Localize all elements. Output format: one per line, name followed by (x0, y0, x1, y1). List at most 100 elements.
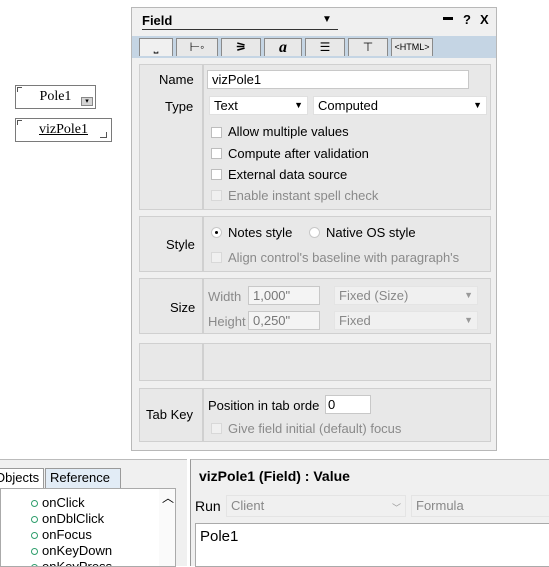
external-source-label: External data source (228, 167, 348, 182)
spell-check-checkbox[interactable] (211, 190, 222, 201)
events-list: onClick onDblClick onFocus onKeyDown onK… (0, 488, 176, 567)
chevron-down-icon: ▼ (294, 100, 303, 110)
initial-focus-label: Give field initial (default) focus (228, 421, 402, 436)
event-label: onClick (42, 495, 85, 510)
canvas-field-vizpole1[interactable]: vizPole1 (15, 118, 112, 142)
field-kind-select[interactable]: Computed ▼ (313, 96, 487, 115)
field-corner-mark (17, 120, 22, 125)
list-item[interactable]: onClick (31, 495, 85, 510)
tab-paragraph-hide[interactable]: ⊤ (348, 38, 388, 56)
scrollbar[interactable]: ︿ (159, 489, 175, 566)
external-source-checkbox[interactable] (211, 169, 222, 180)
control-icon: ⊢◦ (189, 40, 205, 54)
paragraph-hide-icon: ⊤ (362, 40, 374, 54)
empty-controls-panel (203, 343, 491, 381)
list-item[interactable]: onDblClick (31, 511, 104, 526)
chevron-down-icon[interactable]: ▼ (322, 14, 332, 25)
properties-tabstrip: ⎵ ⊢◦ ⚞ a ☰ ⊤ <HTML> (132, 36, 496, 58)
run-label: Run (195, 498, 221, 514)
canvas-field-pole1[interactable]: Pole1 ▾ (15, 85, 96, 109)
chevron-up-icon[interactable]: ︿ (162, 489, 174, 506)
style-label: Style (166, 237, 195, 252)
width-label: Width (208, 289, 242, 304)
properties-type-selector[interactable]: Field (142, 13, 172, 28)
notes-style-label: Notes style (228, 225, 293, 240)
list-item[interactable]: onKeyDown (31, 543, 112, 558)
objects-reference-pane: Objects Reference onClick onDblClick onF… (0, 459, 187, 567)
field-corner-mark (17, 87, 22, 92)
code-editor[interactable]: Pole1 (195, 523, 549, 567)
native-style-label: Native OS style (326, 225, 416, 240)
tab-font[interactable]: a (264, 38, 302, 56)
event-icon (31, 516, 38, 524)
height-mode-value: Fixed (339, 313, 371, 328)
event-label: onDblClick (42, 511, 105, 526)
height-input[interactable]: 0,250" (248, 311, 320, 330)
tab-paragraph[interactable]: ☰ (305, 38, 345, 56)
properties-titlebar[interactable]: Field ▼ ▬ ? X (132, 8, 496, 32)
chevron-down-icon: ▼ (473, 100, 482, 110)
tab-objects[interactable]: Objects (0, 468, 44, 488)
compute-after-checkbox[interactable] (211, 148, 222, 159)
code-pane: vizPole1 (Field) : Value Run Client ﹀ Fo… (190, 459, 549, 567)
help-icon[interactable]: ? (463, 12, 471, 27)
height-mode-select[interactable]: Fixed ▼ (334, 311, 478, 330)
native-style-radio[interactable] (309, 227, 320, 238)
title-underline (142, 29, 338, 30)
tabkey-label: Tab Key (146, 407, 193, 422)
width-mode-select[interactable]: Fixed (Size) ▼ (334, 286, 478, 305)
canvas-field-label: vizPole1 (39, 122, 88, 137)
run-location-select[interactable]: Client ﹀ (226, 495, 406, 517)
tab-order-label: Position in tab orde (208, 398, 320, 413)
field-kind-value: Computed (318, 98, 378, 113)
event-icon (31, 500, 38, 508)
type-label: Type (165, 99, 194, 114)
paragraph-icon: ☰ (319, 40, 331, 54)
list-item[interactable]: onFocus (31, 527, 92, 542)
chevron-down-icon: ﹀ (391, 503, 401, 513)
notes-style-radio[interactable] (211, 227, 222, 238)
tab-hide-when[interactable]: ⚞ (221, 38, 261, 56)
width-mode-value: Fixed (Size) (339, 288, 409, 303)
tab-control[interactable]: ⊢◦ (176, 38, 218, 56)
empty-label-panel (139, 343, 203, 381)
basics-icon: ⎵ (153, 40, 159, 54)
chevron-down-icon: ▼ (464, 315, 473, 325)
tab-objects-label: Objects (0, 470, 40, 485)
size-label: Size (170, 300, 196, 315)
language-select[interactable]: Formula (411, 495, 549, 517)
dropdown-marker-icon: ▾ (81, 97, 93, 106)
width-input[interactable]: 1,000" (248, 286, 320, 305)
canvas-field-label: Pole1 (39, 89, 72, 104)
tab-html[interactable]: <HTML> (391, 38, 433, 56)
event-label: onKeyDown (42, 543, 113, 558)
tab-basics[interactable]: ⎵ (139, 38, 173, 56)
run-location-value: Client (231, 498, 265, 513)
compute-after-label: Compute after validation (228, 146, 369, 161)
field-name-input[interactable]: vizPole1 (207, 70, 469, 89)
name-label: Name (159, 72, 194, 87)
field-end-marker-icon (100, 132, 107, 138)
language-value: Formula (416, 498, 464, 513)
hide-when-icon: ⚞ (235, 40, 247, 54)
field-type-select[interactable]: Text ▼ (209, 96, 308, 115)
height-label: Height (208, 314, 246, 329)
tab-order-input[interactable]: 0 (325, 395, 371, 414)
initial-focus-checkbox[interactable] (211, 423, 222, 434)
code-pane-title: vizPole1 (Field) : Value (199, 468, 350, 484)
allow-multiple-checkbox[interactable] (211, 127, 222, 138)
html-icon: <HTML> (394, 42, 430, 52)
code-text: Pole1 (200, 528, 239, 545)
font-icon: a (279, 39, 287, 56)
event-icon (31, 532, 38, 540)
close-icon[interactable]: X (480, 12, 489, 27)
field-properties-box: Field ▼ ▬ ? X ⎵ ⊢◦ ⚞ a ☰ ⊤ <HTML> Name v… (131, 7, 497, 451)
tab-reference[interactable]: Reference (45, 468, 121, 488)
event-icon (31, 548, 38, 556)
align-baseline-checkbox[interactable] (211, 252, 222, 263)
tab-reference-label: Reference (50, 470, 110, 485)
event-label: onFocus (42, 527, 92, 542)
chevron-down-icon: ▼ (464, 290, 473, 300)
minimize-icon[interactable]: ▬ (443, 12, 453, 23)
spell-check-label: Enable instant spell check (228, 188, 379, 203)
